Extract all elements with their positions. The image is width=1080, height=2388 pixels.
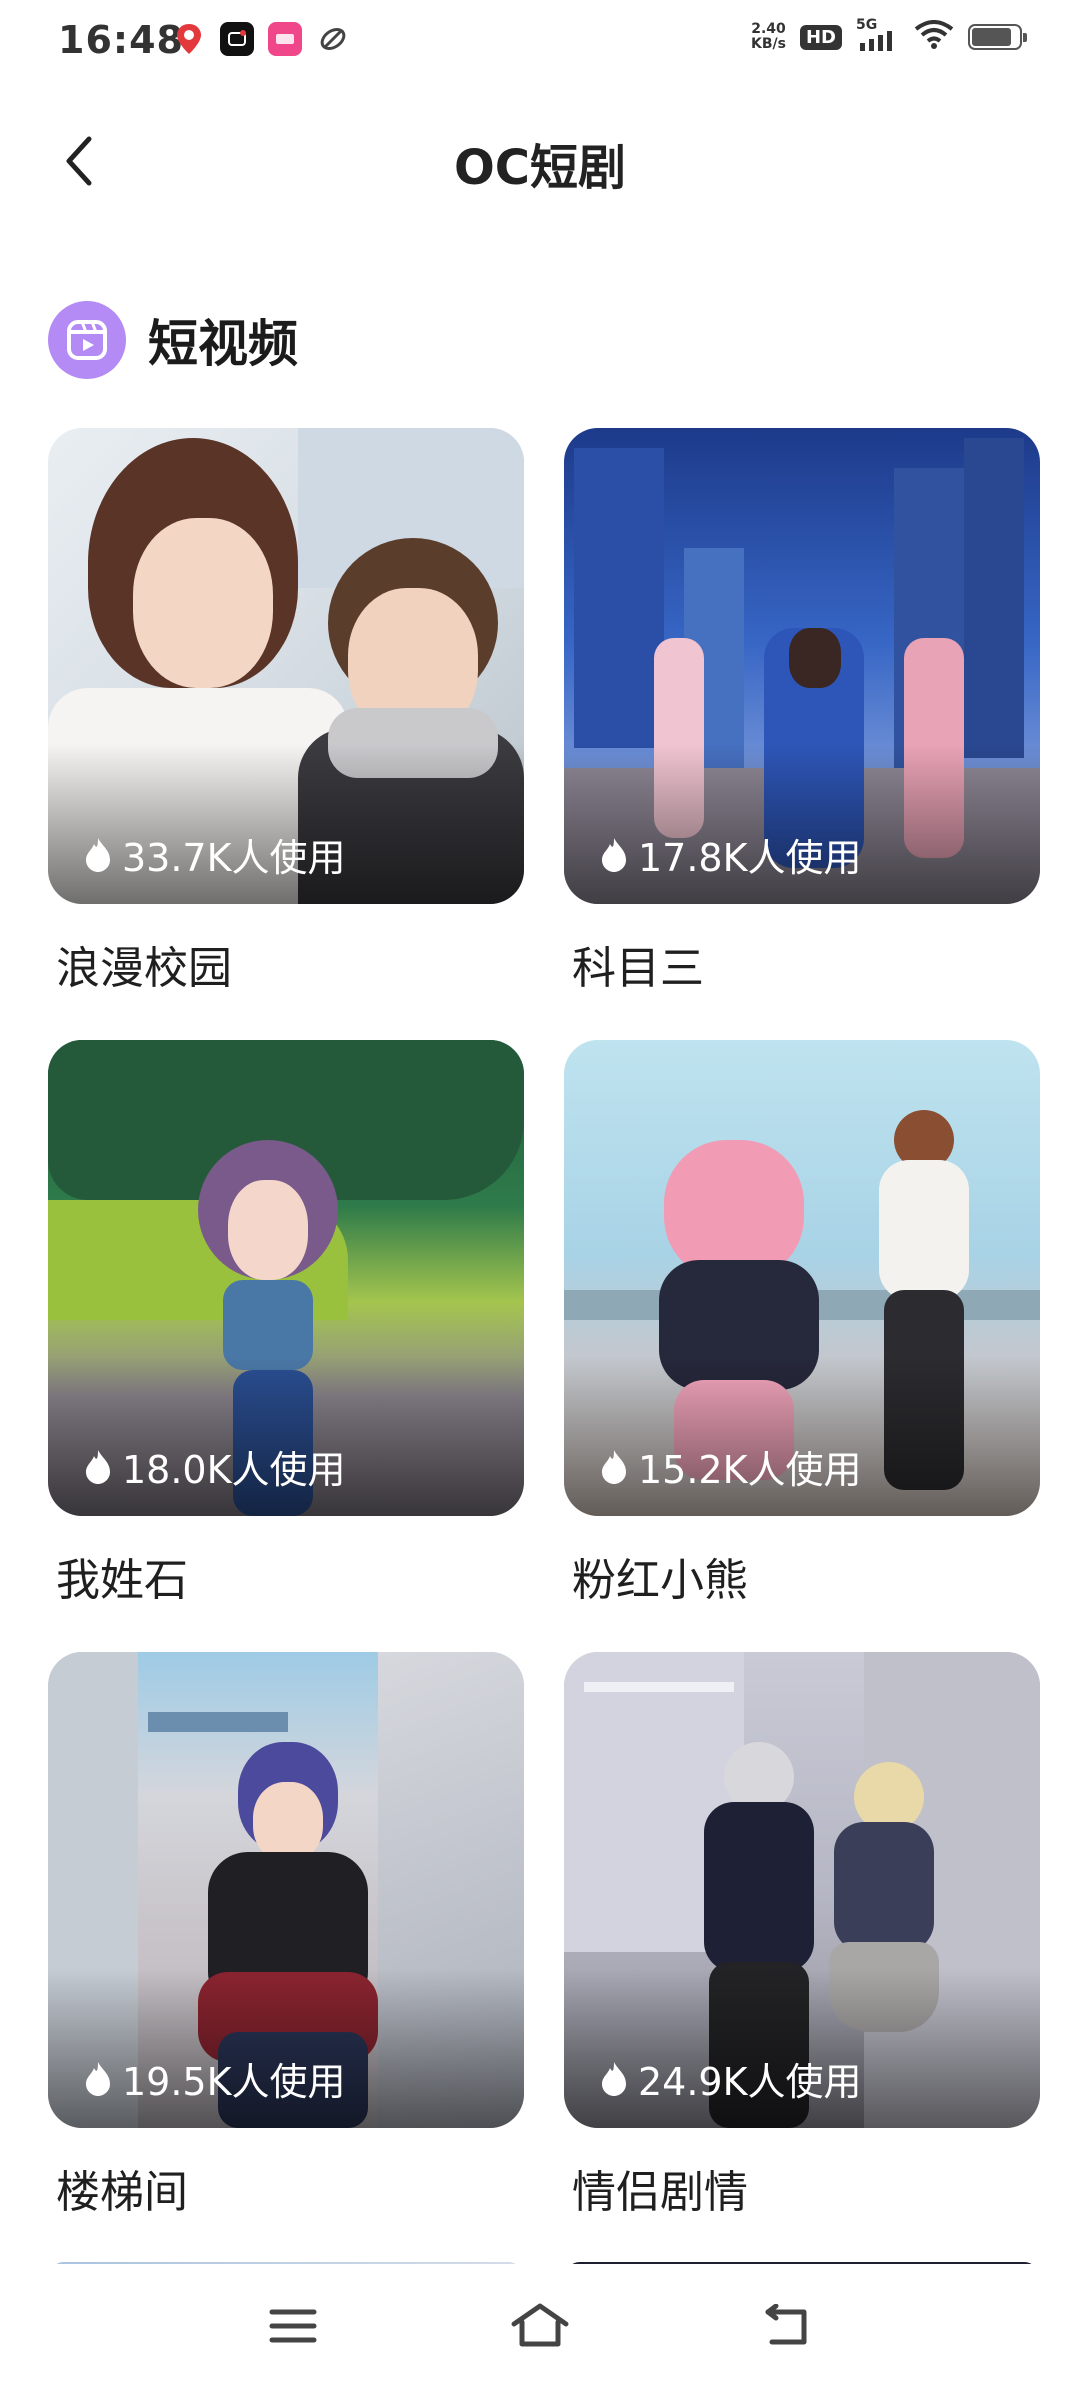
video-card[interactable]: 15.2K人使用 粉红小熊 [564,1040,1040,1652]
flame-icon [86,837,110,872]
menu-icon [269,2309,317,2343]
video-card[interactable]: 17.8K人使用 科目三 [564,428,1040,1040]
hd-badge: HD [799,24,842,50]
usage-label: 17.8K人使用 [638,836,862,880]
page-title: OC短剧 [453,140,627,196]
battery-icon [968,24,1027,50]
back-return-icon [765,2304,807,2345]
status-time: 16:48 [58,18,184,62]
usage-count: 24.9K人使用 [598,2051,862,2106]
network-speed-value: 2.40 [751,21,786,37]
video-thumbnail: 24.9K人使用 [564,1652,1040,2128]
usage-label: 24.9K人使用 [638,2060,862,2104]
flame-icon [86,2061,110,2096]
home-button[interactable] [500,2286,580,2366]
section-header: 短视频 [48,300,298,380]
battery-fill [972,28,1012,46]
leaf-app-icon [316,22,350,56]
location-pin-icon [172,22,206,56]
header: OC短剧 [0,110,1080,210]
flame-icon [602,2061,626,2096]
pink-app-icon [268,22,302,56]
back-nav-button[interactable] [747,2286,827,2366]
card-title: 科目三 [572,943,704,994]
usage-count: 33.7K人使用 [82,827,346,882]
video-thumbnail: 19.5K人使用 [48,1652,524,2128]
card-title: 浪漫校园 [56,943,232,994]
video-reel-icon [48,301,126,379]
card-title: 粉红小熊 [572,1555,748,1606]
video-card[interactable]: 19.5K人使用 楼梯间 [48,1652,524,2264]
flame-icon [602,1449,626,1484]
status-indicators: 2.40 KB/s HD 5G [751,17,1027,54]
section-title: 短视频 [148,315,298,373]
video-thumbnail: 15.2K人使用 [564,1040,1040,1516]
video-thumbnail: 33.7K人使用 [48,428,524,904]
usage-label: 18.0K人使用 [122,1448,346,1492]
card-title: 情侣剧情 [572,2167,748,2218]
system-nav-bar [0,2264,1080,2388]
network-speed-unit: KB/s [751,36,786,52]
flame-icon [86,1449,110,1484]
network-speed: 2.40 KB/s [751,22,786,52]
video-app-icon [220,22,254,56]
usage-label: 33.7K人使用 [122,836,346,880]
status-bar: 16:48 2.40 KB/s HD 5G [0,0,1080,84]
menu-button[interactable] [253,2286,333,2366]
usage-count: 15.2K人使用 [598,1439,862,1494]
video-card[interactable]: 33.7K人使用 浪漫校园 [48,428,524,1040]
video-card[interactable]: 24.9K人使用 情侣剧情 [564,1652,1040,2264]
usage-count: 17.8K人使用 [598,827,862,882]
video-card[interactable]: 18.0K人使用 我姓石 [48,1040,524,1652]
flame-icon [602,837,626,872]
signal-icon: 5G [856,17,900,53]
card-title: 楼梯间 [56,2167,188,2218]
usage-label: 15.2K人使用 [638,1448,862,1492]
usage-count: 19.5K人使用 [82,2051,346,2106]
card-title: 我姓石 [56,1555,188,1606]
usage-count: 18.0K人使用 [82,1439,346,1494]
home-icon [511,2303,569,2347]
video-thumbnail: 17.8K人使用 [564,428,1040,904]
wifi-icon [914,20,954,54]
notification-icons [172,22,350,56]
video-grid: 33.7K人使用 浪漫校园 17.8K人使用 科目三 18.0K人使用 我姓石 … [48,428,1040,2264]
usage-label: 19.5K人使用 [122,2060,346,2104]
video-thumbnail: 18.0K人使用 [48,1040,524,1516]
